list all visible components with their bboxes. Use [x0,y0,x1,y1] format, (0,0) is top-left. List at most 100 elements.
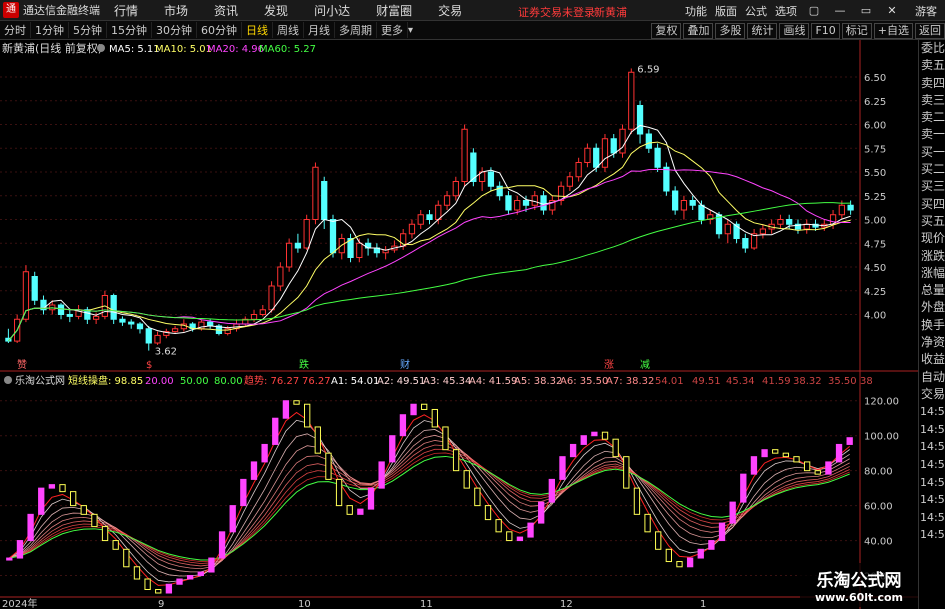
oscillator-bar [516,536,524,542]
oscillator-bar [240,478,247,507]
period-15min[interactable]: 15分钟 [107,22,152,38]
high-price-label: 6.59 [637,64,659,75]
side-panel-item[interactable]: 现价 [919,230,945,247]
candle-body [838,204,845,216]
side-panel-item[interactable]: 涨跌 [919,248,945,265]
tail-value: 41.59 [762,376,791,387]
oscillator-bar [495,519,502,533]
event-marker[interactable]: $ [146,360,152,371]
period-1min[interactable]: 1分钟 [31,22,69,38]
period-monthly[interactable]: 月线 [304,22,335,38]
period-30min[interactable]: 30分钟 [152,22,197,38]
side-panel-item[interactable]: 买一 [919,144,945,161]
a4-value: A4: 41.59 [469,376,517,387]
f10-button[interactable]: F10 [811,22,840,39]
chevron-down-icon[interactable]: ▾ [408,25,413,36]
menu-wealth[interactable]: 财富圈 [376,2,412,19]
candle-body [601,138,609,168]
oscillator-bar [335,478,343,507]
event-marker[interactable]: 跌 [299,358,309,371]
adjust-button[interactable]: 复权 [651,22,682,39]
menu-layout[interactable]: 版面 [715,3,737,19]
menu-options[interactable]: 选项 [775,3,797,19]
period-5min[interactable]: 5分钟 [69,22,107,38]
side-panel-item[interactable]: 总量 [919,282,945,299]
overlay-button[interactable]: 叠加 [683,22,714,39]
oscillator-bar [825,461,832,475]
candle-body [417,214,424,225]
mark-button[interactable]: 标记 [841,22,872,39]
menu-discover[interactable]: 发现 [264,2,288,19]
maximize-icon[interactable]: ▭ [857,4,875,17]
menu-ask[interactable]: 问小达 [314,2,350,19]
minimize-icon[interactable]: — [831,4,849,17]
event-marker[interactable]: 赞 [17,358,27,371]
oscillator-bar [814,470,821,475]
oscillator-bar [697,548,704,559]
period-more[interactable]: 更多 [377,22,408,38]
oscillator-bar [69,491,77,507]
y-tick-label: 40.00 [864,537,893,548]
y-tick-label: 5.50 [864,168,886,179]
guest-label[interactable]: 游客 [915,3,937,19]
side-panel-item[interactable]: 涨幅 [919,265,945,282]
side-panel-item[interactable]: 买三 [919,178,945,195]
event-marker[interactable]: 减 [640,359,650,371]
close-icon[interactable]: ✕ [883,4,901,17]
settings-icon[interactable] [4,376,12,384]
candle-body [154,334,161,344]
back-button[interactable]: 返回 [915,22,945,39]
candle-body [426,214,433,220]
chart-area[interactable]: 新黄浦(日线 前复权) MA5: 5.11 MA10: 5.01 MA20: 4… [0,40,918,609]
period-60min[interactable]: 60分钟 [197,22,242,38]
oscillator-bar [708,540,715,550]
period-multi[interactable]: 多周期 [335,22,377,38]
side-panel-item[interactable]: 买五 [919,213,945,230]
side-panel-item[interactable]: 卖三 [919,92,945,109]
oscillator-bar [484,505,492,521]
candle-body [610,138,617,154]
toolbar-right: 复权 叠加 多股 统计 画线 F10 标记 +自选 返回 [649,21,945,40]
side-panel-item[interactable]: 卖一 [919,126,945,143]
side-panel-item[interactable]: 买二 [919,161,945,178]
y-tick-label: 80.00 [864,467,893,478]
menu-news[interactable]: 资讯 [214,2,238,19]
menu-market-quotes[interactable]: 行情 [114,2,138,19]
side-panel-item[interactable]: 收益 [919,351,945,368]
stats-button[interactable]: 统计 [747,22,778,39]
candle-body [119,318,126,323]
event-marker[interactable]: 财 [400,358,410,371]
period-tick[interactable]: 分时 [0,22,31,38]
menu-market[interactable]: 市场 [164,2,188,19]
ma60-label: MA60: 5.27 [259,44,316,55]
candle-body [57,304,65,315]
side-panel-item[interactable]: 自动 [919,369,945,386]
restore-icon[interactable]: ▢ [805,4,823,17]
side-panel-item[interactable]: 交易 [919,386,945,403]
side-panel-item[interactable]: 买四 [919,196,945,213]
tail-value: 35.50 [828,376,857,387]
side-panel-item[interactable]: 卖四 [919,75,945,92]
side-panel-item[interactable]: 外盘 [919,299,945,316]
period-weekly[interactable]: 周线 [273,22,304,38]
oscillator-bar [346,505,353,515]
candle-body [698,204,705,220]
side-panel-item[interactable]: 卖二 [919,109,945,126]
settings-icon[interactable] [97,44,105,52]
login-notice[interactable]: 证券交易未登录 [518,4,595,20]
event-marker[interactable]: 涨 [604,359,614,371]
side-panel-item[interactable]: 委比 [919,40,945,57]
menu-trade[interactable]: 交易 [438,2,462,19]
menu-formula[interactable]: 公式 [745,3,767,19]
period-daily[interactable]: 日线 [242,22,273,38]
candle-body [22,271,30,320]
menu-function[interactable]: 功能 [685,3,707,19]
multi-stock-button[interactable]: 多股 [715,22,746,39]
candle-body [619,128,626,154]
side-panel-item[interactable]: 卖五 [919,57,945,74]
side-panel-item[interactable]: 净资 [919,334,945,351]
draw-line-button[interactable]: 画线 [779,22,810,39]
candle-body [645,133,652,149]
add-watchlist-button[interactable]: +自选 [873,22,913,39]
side-panel-item[interactable]: 换手 [919,317,945,334]
